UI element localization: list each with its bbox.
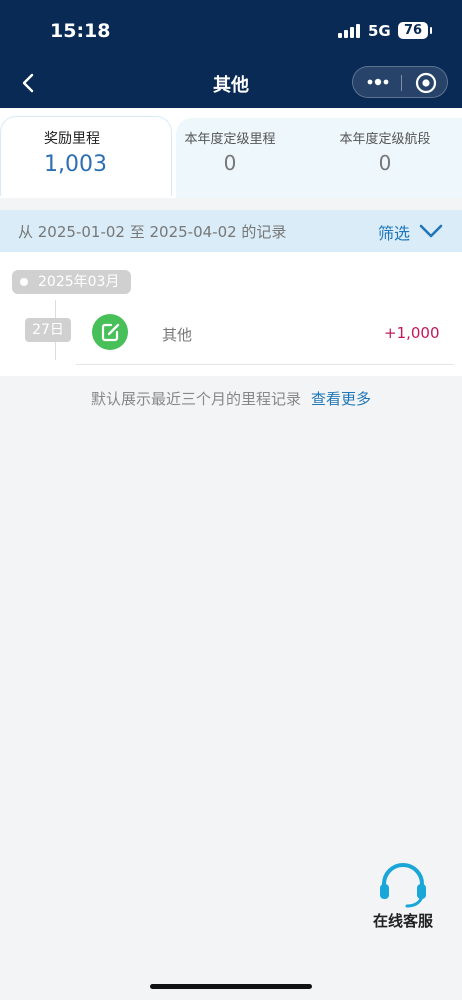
mileage-stats: 奖励里程 1,003 本年度定级里程 0 本年度定级航段 0 <box>0 108 462 198</box>
record-title[interactable]: 其他 <box>162 324 192 345</box>
home-indicator <box>150 984 312 989</box>
stat-value: 0 <box>378 151 392 175</box>
footer-note: 默认展示最近三个月的里程记录 查看更多 <box>0 388 462 409</box>
customer-service-label: 在线客服 <box>372 912 433 930</box>
date-range-text: 从 2025-01-02 至 2025-04-02 的记录 <box>18 223 287 241</box>
day-label: 27日 <box>25 318 71 342</box>
month-text: 2025年03月 <box>38 274 120 290</box>
month-dot <box>20 278 28 286</box>
stat-grading-segments[interactable]: 本年度定级航段 0 <box>330 128 440 175</box>
filter-button[interactable]: 筛选 <box>378 220 410 244</box>
record-amount: +1,000 <box>384 324 440 342</box>
edit-icon <box>92 314 128 350</box>
status-bar: 15:18 5G 76 <box>0 0 462 60</box>
customer-service-button[interactable]: 在线客服 <box>358 860 448 931</box>
record-list: 2025年03月 27日 其他 +1,000 <box>0 252 462 376</box>
view-more-link[interactable]: 查看更多 <box>311 390 371 408</box>
signal-icon <box>338 24 362 38</box>
capsule-divider <box>401 75 402 91</box>
record-divider <box>76 364 454 365</box>
month-label: 2025年03月 <box>12 270 132 294</box>
stat-label: 本年度定级航段 <box>339 132 431 147</box>
stat-value: 1,003 <box>44 152 107 177</box>
battery-tip <box>430 27 432 34</box>
battery-icon: 76 <box>398 22 428 39</box>
footer-note-text: 默认展示最近三个月的里程记录 <box>90 390 301 408</box>
stat-label: 本年度定级里程 <box>184 132 276 147</box>
stat-label: 奖励里程 <box>44 131 100 147</box>
stat-grading-mileage[interactable]: 本年度定级里程 0 <box>180 128 280 175</box>
chevron-down-icon[interactable] <box>418 220 444 242</box>
stat-reward-mileage[interactable]: 奖励里程 1,003 <box>44 128 107 177</box>
status-time: 15:18 <box>50 20 111 42</box>
nav-bar: 其他 <box>0 60 462 108</box>
mini-program-capsule <box>352 66 448 98</box>
network-type: 5G <box>368 22 391 40</box>
headset-icon <box>380 863 426 908</box>
more-icon[interactable] <box>365 74 391 90</box>
close-target-icon[interactable] <box>415 72 437 94</box>
date-filter-bar: 从 2025-01-02 至 2025-04-02 的记录 筛选 <box>0 210 462 252</box>
stat-value: 0 <box>223 151 237 175</box>
